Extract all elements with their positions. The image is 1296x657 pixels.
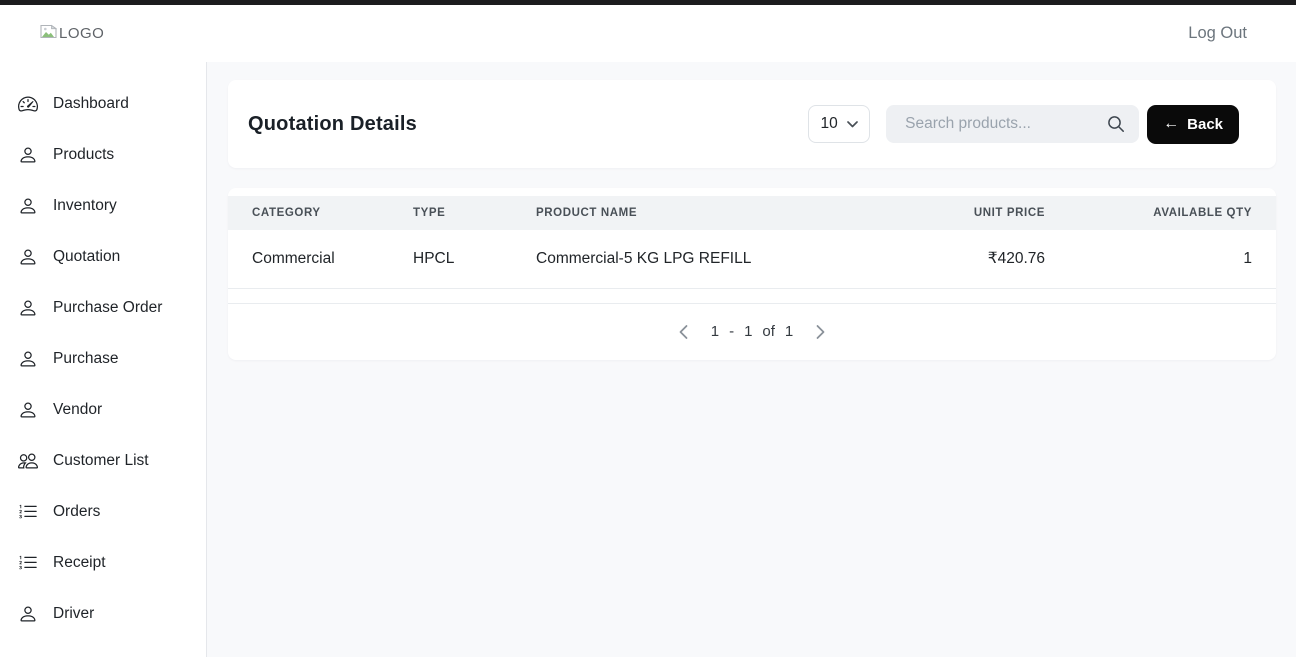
sidebar-item-inventory[interactable]: Inventory bbox=[0, 180, 206, 231]
sidebar-item-label: Quotation bbox=[53, 248, 120, 266]
pagination-total: 1 bbox=[785, 323, 793, 340]
back-button[interactable]: ← Back bbox=[1147, 105, 1239, 144]
numbered-list-icon bbox=[18, 553, 38, 573]
pagination-info: 1 - 1 of 1 bbox=[711, 323, 794, 340]
pagination-next-button[interactable] bbox=[807, 319, 833, 345]
sidebar-item-partial[interactable] bbox=[0, 639, 206, 657]
sidebar-item-driver[interactable]: Driver bbox=[0, 588, 206, 639]
quotation-table-card: Category Type Product Name Unit Price Av… bbox=[228, 188, 1276, 360]
search-box bbox=[886, 105, 1139, 143]
cell-unit-price: ₹420.76 bbox=[865, 230, 1045, 288]
sidebar-item-label: Purchase bbox=[53, 350, 118, 368]
person-icon bbox=[18, 298, 38, 318]
pagination-range-start: 1 bbox=[711, 323, 719, 340]
sidebar-item-label: Purchase Order bbox=[53, 299, 162, 317]
sidebar-item-label: Products bbox=[53, 146, 114, 164]
sidebar-item-products[interactable]: Products bbox=[0, 129, 206, 180]
sidebar-item-label: Vendor bbox=[53, 401, 102, 419]
person-icon bbox=[18, 349, 38, 369]
table-header-row: Category Type Product Name Unit Price Av… bbox=[228, 196, 1276, 230]
sidebar-item-label: Dashboard bbox=[53, 95, 129, 113]
logo-link[interactable]: LOGO bbox=[40, 24, 104, 44]
sidebar-item-label: Driver bbox=[53, 605, 94, 623]
back-button-label: Back bbox=[1187, 116, 1223, 133]
page-header-card: Quotation Details 10 ← Back bbox=[228, 80, 1276, 168]
person-icon bbox=[18, 400, 38, 420]
sidebar-item-label: Customer List bbox=[53, 452, 149, 470]
header-controls: 10 ← Back bbox=[808, 105, 1239, 144]
pagination-separator: - bbox=[729, 323, 734, 340]
search-input[interactable] bbox=[886, 105, 1139, 143]
sidebar-item-label: Receipt bbox=[53, 554, 106, 572]
main-content: Quotation Details 10 ← Back bbox=[207, 62, 1296, 657]
column-header-category: Category bbox=[228, 196, 413, 230]
column-header-unit-price: Unit Price bbox=[865, 196, 1045, 230]
pagination: 1 - 1 of 1 bbox=[228, 304, 1276, 360]
chevron-down-icon bbox=[847, 121, 858, 128]
sidebar-item-customer-list[interactable]: Customer List bbox=[0, 435, 206, 486]
numbered-list-icon bbox=[18, 502, 38, 522]
cell-type: HPCL bbox=[413, 230, 536, 288]
person-icon bbox=[18, 196, 38, 216]
page-title: Quotation Details bbox=[248, 113, 417, 136]
pagination-range-end: 1 bbox=[744, 323, 752, 340]
sidebar: Dashboard Products Inventory Quotation P bbox=[0, 62, 207, 657]
cell-product-name: Commercial-5 KG LPG REFILL bbox=[536, 230, 865, 288]
people-icon bbox=[18, 451, 38, 471]
cell-available-qty: 1 bbox=[1045, 230, 1276, 288]
column-header-available-qty: Available Qty bbox=[1045, 196, 1276, 230]
sidebar-item-orders[interactable]: Orders bbox=[0, 486, 206, 537]
cell-category: Commercial bbox=[228, 230, 413, 288]
page-size-select[interactable]: 10 bbox=[808, 105, 870, 143]
sidebar-item-purchase[interactable]: Purchase bbox=[0, 333, 206, 384]
speedometer-icon bbox=[18, 94, 38, 114]
sidebar-item-label: Orders bbox=[53, 503, 100, 521]
logo-alt-text: LOGO bbox=[59, 25, 104, 42]
sidebar-item-receipt[interactable]: Receipt bbox=[0, 537, 206, 588]
person-icon bbox=[18, 604, 38, 624]
pagination-prev-button[interactable] bbox=[671, 319, 697, 345]
column-header-product-name: Product Name bbox=[536, 196, 865, 230]
person-icon bbox=[18, 247, 38, 267]
logout-link[interactable]: Log Out bbox=[1188, 24, 1247, 43]
page-size-value: 10 bbox=[821, 115, 838, 133]
pagination-of-label: of bbox=[762, 323, 775, 340]
broken-image-icon bbox=[40, 24, 57, 44]
sidebar-item-purchase-order[interactable]: Purchase Order bbox=[0, 282, 206, 333]
column-header-type: Type bbox=[413, 196, 536, 230]
sidebar-item-label: Inventory bbox=[53, 197, 117, 215]
back-arrow-icon: ← bbox=[1163, 116, 1179, 132]
sidebar-item-quotation[interactable]: Quotation bbox=[0, 231, 206, 282]
sidebar-item-vendor[interactable]: Vendor bbox=[0, 384, 206, 435]
table-row: Commercial HPCL Commercial-5 KG LPG REFI… bbox=[228, 230, 1276, 288]
topbar: LOGO Log Out bbox=[0, 5, 1296, 62]
person-icon bbox=[18, 145, 38, 165]
quotation-table: Category Type Product Name Unit Price Av… bbox=[228, 196, 1276, 289]
sidebar-item-dashboard[interactable]: Dashboard bbox=[0, 78, 206, 129]
table-end-divider bbox=[228, 289, 1276, 304]
